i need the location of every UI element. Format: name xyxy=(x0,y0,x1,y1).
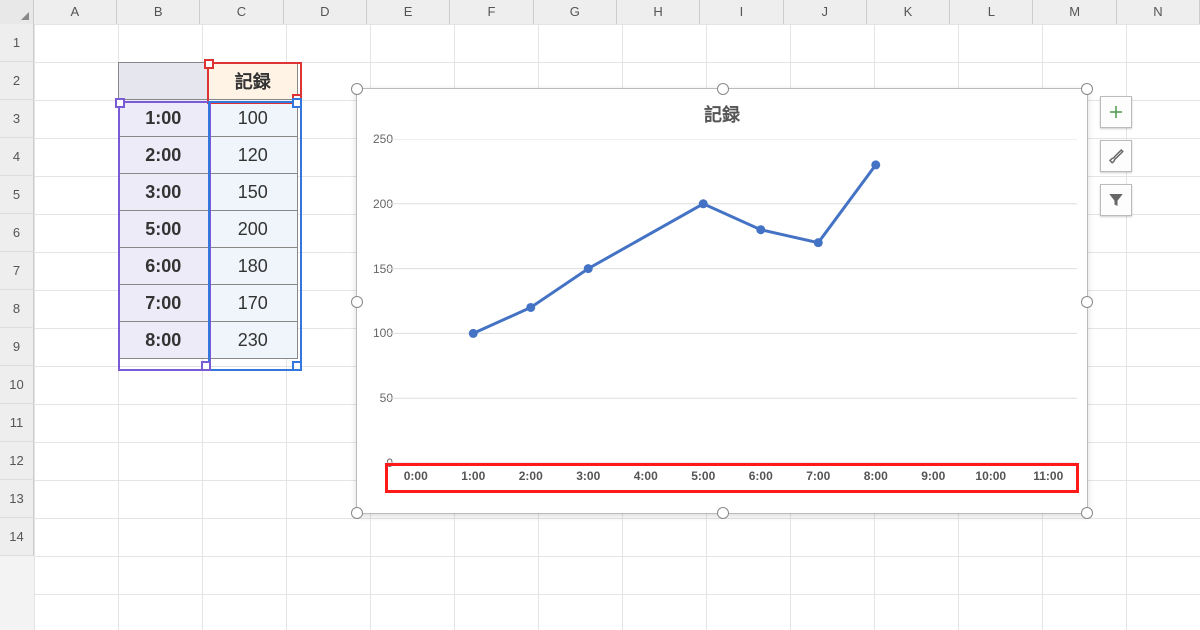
col-header[interactable]: D xyxy=(284,0,367,24)
chart-resize-handle[interactable] xyxy=(1081,83,1093,95)
row-header[interactable]: 2 xyxy=(0,62,34,100)
cell-B7[interactable]: 6:00 xyxy=(119,248,209,285)
table-row: 8:00 230 xyxy=(119,322,298,359)
chart-canvas xyxy=(387,139,1077,463)
source-data-table[interactable]: 記録 1:00 100 2:00 120 3:00 150 5:00 200 6… xyxy=(118,62,298,359)
cell-B2[interactable] xyxy=(119,63,209,100)
cell-B4[interactable]: 2:00 xyxy=(119,137,209,174)
col-header[interactable]: L xyxy=(950,0,1033,24)
x-tick-label: 6:00 xyxy=(732,469,790,489)
column-header-row: A B C D E F G H I J K L M N xyxy=(0,0,1200,25)
col-header[interactable]: H xyxy=(617,0,700,24)
chart-resize-handle[interactable] xyxy=(717,507,729,519)
cell-B9[interactable]: 8:00 xyxy=(119,322,209,359)
cell-C9[interactable]: 230 xyxy=(208,322,298,359)
col-header[interactable]: F xyxy=(450,0,533,24)
x-tick-label: 1:00 xyxy=(445,469,503,489)
table-row: 2:00 120 xyxy=(119,137,298,174)
col-header[interactable]: J xyxy=(784,0,867,24)
row-header[interactable]: 4 xyxy=(0,138,34,176)
x-tick-label: 4:00 xyxy=(617,469,675,489)
row-header-col: 1 2 3 4 5 6 7 8 9 10 11 12 13 14 xyxy=(0,24,34,630)
table-row: 1:00 100 xyxy=(119,100,298,137)
select-all-corner[interactable] xyxy=(0,0,34,24)
x-tick-label: 8:00 xyxy=(847,469,905,489)
brush-icon xyxy=(1107,147,1125,165)
row-header[interactable]: 12 xyxy=(0,442,34,480)
col-header[interactable]: B xyxy=(117,0,200,24)
x-tick-label: 0:00 xyxy=(387,469,445,489)
chart-resize-handle[interactable] xyxy=(351,507,363,519)
row-header[interactable]: 9 xyxy=(0,328,34,366)
col-header[interactable]: I xyxy=(700,0,783,24)
table-row: 6:00 180 xyxy=(119,248,298,285)
col-header[interactable]: A xyxy=(34,0,117,24)
cell-C4[interactable]: 120 xyxy=(208,137,298,174)
col-header[interactable]: E xyxy=(367,0,450,24)
row-header[interactable]: 7 xyxy=(0,252,34,290)
chart-resize-handle[interactable] xyxy=(351,83,363,95)
plus-icon xyxy=(1107,103,1125,121)
funnel-icon xyxy=(1107,191,1125,209)
spreadsheet: A B C D E F G H I J K L M N 1 2 3 4 5 6 … xyxy=(0,0,1200,630)
x-tick-label: 3:00 xyxy=(560,469,618,489)
x-tick-label: 11:00 xyxy=(1020,469,1078,489)
cell-C3[interactable]: 100 xyxy=(208,100,298,137)
col-header[interactable]: N xyxy=(1117,0,1200,24)
chart-elements-button[interactable] xyxy=(1100,96,1132,128)
cell-C7[interactable]: 180 xyxy=(208,248,298,285)
col-header[interactable]: G xyxy=(534,0,617,24)
row-header[interactable]: 3 xyxy=(0,100,34,138)
table-row: 3:00 150 xyxy=(119,174,298,211)
row-header[interactable]: 13 xyxy=(0,480,34,518)
col-header[interactable]: M xyxy=(1033,0,1116,24)
x-tick-label: 9:00 xyxy=(905,469,963,489)
chart-resize-handle[interactable] xyxy=(717,83,729,95)
cell-B3[interactable]: 1:00 xyxy=(119,100,209,137)
cell-B6[interactable]: 5:00 xyxy=(119,211,209,248)
row-header[interactable]: 1 xyxy=(0,24,34,62)
table-row: 5:00 200 xyxy=(119,211,298,248)
x-axis[interactable]: 0:001:002:003:004:005:006:007:008:009:00… xyxy=(387,469,1077,489)
chart-resize-handle[interactable] xyxy=(351,296,363,308)
chart-title[interactable]: 記録 xyxy=(357,101,1087,127)
col-header[interactable]: C xyxy=(200,0,283,24)
row-header[interactable]: 5 xyxy=(0,176,34,214)
row-header[interactable]: 10 xyxy=(0,366,34,404)
row-header[interactable]: 8 xyxy=(0,290,34,328)
chart-resize-handle[interactable] xyxy=(1081,296,1093,308)
plot-area[interactable] xyxy=(387,139,1077,463)
row-header[interactable]: 6 xyxy=(0,214,34,252)
chart-side-tools xyxy=(1100,96,1132,216)
chart-resize-handle[interactable] xyxy=(1081,507,1093,519)
row-header[interactable]: 11 xyxy=(0,404,34,442)
cell-C8[interactable]: 170 xyxy=(208,285,298,322)
x-tick-label: 2:00 xyxy=(502,469,560,489)
embedded-chart[interactable]: 記録 050100150200250 0:001:002:003:004:005… xyxy=(356,88,1088,514)
cell-C2[interactable]: 記録 xyxy=(208,63,298,100)
chart-filter-button[interactable] xyxy=(1100,184,1132,216)
x-tick-label: 10:00 xyxy=(962,469,1020,489)
cell-C5[interactable]: 150 xyxy=(208,174,298,211)
row-header[interactable]: 14 xyxy=(0,518,34,556)
cell-C6[interactable]: 200 xyxy=(208,211,298,248)
col-header[interactable]: K xyxy=(867,0,950,24)
cell-B8[interactable]: 7:00 xyxy=(119,285,209,322)
cell-B5[interactable]: 3:00 xyxy=(119,174,209,211)
table-row: 7:00 170 xyxy=(119,285,298,322)
x-tick-label: 5:00 xyxy=(675,469,733,489)
x-tick-label: 7:00 xyxy=(790,469,848,489)
chart-styles-button[interactable] xyxy=(1100,140,1132,172)
